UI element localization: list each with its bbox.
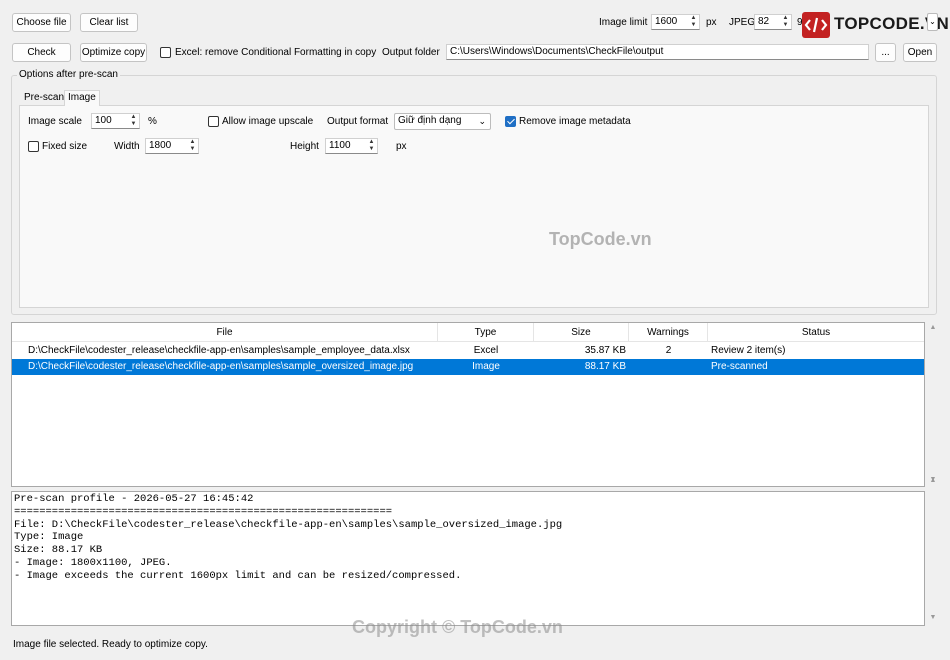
output-format-label: Output format xyxy=(327,116,389,127)
height-spinbox[interactable]: 1100 ▲ ▼ xyxy=(325,138,378,154)
browse-button[interactable]: ... xyxy=(875,43,896,62)
output-format-value: Giữ định dạng xyxy=(398,115,462,126)
scroll-down-icon[interactable]: ▼ xyxy=(927,614,939,621)
log-line: ========================================… xyxy=(14,505,393,518)
spin-arrows-icon[interactable]: ▲ ▼ xyxy=(689,15,698,29)
cell-warnings: 2 xyxy=(665,345,672,356)
cell-type: Excel xyxy=(473,345,499,356)
height-value: 1100 xyxy=(329,140,351,151)
image-limit-spinbox[interactable]: 1600 ▲ ▼ xyxy=(651,14,700,30)
scroll-up-icon[interactable]: ▲ xyxy=(927,324,939,331)
jpeg-quality-value: 82 xyxy=(758,16,770,27)
spin-arrows-icon[interactable]: ▲ ▼ xyxy=(781,15,790,29)
log-line: Pre-scan profile - 2026-05-27 16:45:42 xyxy=(14,493,254,505)
clear-list-button[interactable]: Clear list xyxy=(80,13,138,32)
cell-file: D:\CheckFile\codester_release\checkfile-… xyxy=(28,345,410,356)
jpeg-quality-spinbox[interactable]: 82 ▲ ▼ xyxy=(754,14,792,30)
open-button[interactable]: Open xyxy=(903,43,937,62)
excel-remove-cf-checkbox[interactable] xyxy=(160,47,171,58)
width-spinbox[interactable]: 1800 ▲ ▼ xyxy=(145,138,199,154)
output-format-select[interactable]: Giữ định dạng ⌄ xyxy=(394,113,491,130)
jpeg-label: JPEG xyxy=(729,17,756,28)
image-limit-value: 1600 xyxy=(655,16,678,27)
optimize-copy-button[interactable]: Optimize copy xyxy=(80,43,147,62)
cell-size: 35.87 KB xyxy=(584,345,626,356)
watermark-bottom: Copyright © TopCode.vn xyxy=(352,617,563,637)
image-scale-spinbox[interactable]: 100 ▲ ▼ xyxy=(91,113,140,129)
table-scrollbar[interactable]: ▲ ▼ xyxy=(927,322,939,487)
check-button[interactable]: Check xyxy=(12,43,71,62)
chevron-down-icon[interactable]: ⌄ xyxy=(927,13,938,31)
image-scale-unit: % xyxy=(148,116,157,127)
file-table[interactable]: File Type Size Warnings Status D:\CheckF… xyxy=(11,322,925,487)
remove-metadata-checkbox[interactable] xyxy=(505,116,516,127)
image-limit-unit: px xyxy=(706,17,717,28)
output-folder-input[interactable]: C:\Users\Windows\Documents\CheckFile\out… xyxy=(446,44,869,60)
column-file[interactable]: File xyxy=(12,323,438,342)
status-bar-text: Image file selected. Ready to optimize c… xyxy=(13,639,208,650)
height-label: Height xyxy=(290,141,319,152)
log-line: Type: Image xyxy=(14,531,84,544)
chevron-down-icon: ⌄ xyxy=(478,116,486,126)
remove-metadata-label: Remove image metadata xyxy=(519,116,631,127)
log-textarea[interactable]: Pre-scan profile - 2026-05-27 16:45:42 =… xyxy=(11,491,925,626)
cell-status: Pre-scanned xyxy=(711,361,768,372)
column-warnings[interactable]: Warnings xyxy=(629,323,708,342)
choose-file-button[interactable]: Choose file xyxy=(12,13,71,32)
fixed-size-label: Fixed size xyxy=(42,141,88,152)
allow-upscale-label: Allow image upscale xyxy=(222,116,314,127)
tab-pre-scan[interactable]: Pre-scan xyxy=(21,91,67,106)
spin-arrows-icon[interactable]: ▲ ▼ xyxy=(367,139,376,153)
cell-file: D:\CheckFile\codester_release\checkfile-… xyxy=(28,361,414,372)
excel-remove-cf-label: Excel: remove Conditional Formatting in … xyxy=(175,47,377,58)
column-status[interactable]: Status xyxy=(708,323,924,342)
cell-size: 88.17 KB xyxy=(584,361,626,372)
cell-status: Review 2 item(s) xyxy=(711,345,786,356)
tab-image[interactable]: Image xyxy=(64,90,100,106)
options-group-title: Options after pre-scan xyxy=(17,69,120,81)
log-scrollbar[interactable]: ▲ ▼ xyxy=(927,475,939,626)
log-line: - Image exceeds the current 1600px limit… xyxy=(14,569,462,582)
image-scale-label: Image scale xyxy=(28,116,82,127)
width-value: 1800 xyxy=(149,140,172,151)
image-tab-panel xyxy=(19,105,929,308)
table-row[interactable]: D:\CheckFile\codester_release\checkfile-… xyxy=(12,343,924,359)
scroll-up-icon[interactable]: ▲ xyxy=(927,477,939,484)
image-scale-value: 100 xyxy=(95,115,112,126)
log-line: Size: 88.17 KB xyxy=(14,544,103,557)
log-line: File: D:\CheckFile\codester_release\chec… xyxy=(14,518,563,531)
image-limit-label: Image limit xyxy=(599,17,648,28)
fixed-size-checkbox[interactable] xyxy=(28,141,39,152)
watermark-center: TopCode.vn xyxy=(549,229,652,249)
spin-arrows-icon[interactable]: ▲ ▼ xyxy=(188,139,197,153)
column-type[interactable]: Type xyxy=(438,323,534,342)
allow-upscale-checkbox[interactable] xyxy=(208,116,219,127)
cell-type: Image xyxy=(472,361,500,372)
table-row[interactable]: D:\CheckFile\codester_release\checkfile-… xyxy=(12,359,924,375)
size-unit: px xyxy=(396,141,407,152)
table-header: File Type Size Warnings Status xyxy=(12,323,924,342)
width-label: Width xyxy=(114,141,140,152)
output-folder-label: Output folder xyxy=(382,47,440,58)
spin-arrows-icon[interactable]: ▲ ▼ xyxy=(129,114,138,128)
topcode-logo-icon xyxy=(802,12,830,38)
log-line: - Image: 1800x1100, JPEG. xyxy=(14,556,172,569)
column-size[interactable]: Size xyxy=(534,323,629,342)
